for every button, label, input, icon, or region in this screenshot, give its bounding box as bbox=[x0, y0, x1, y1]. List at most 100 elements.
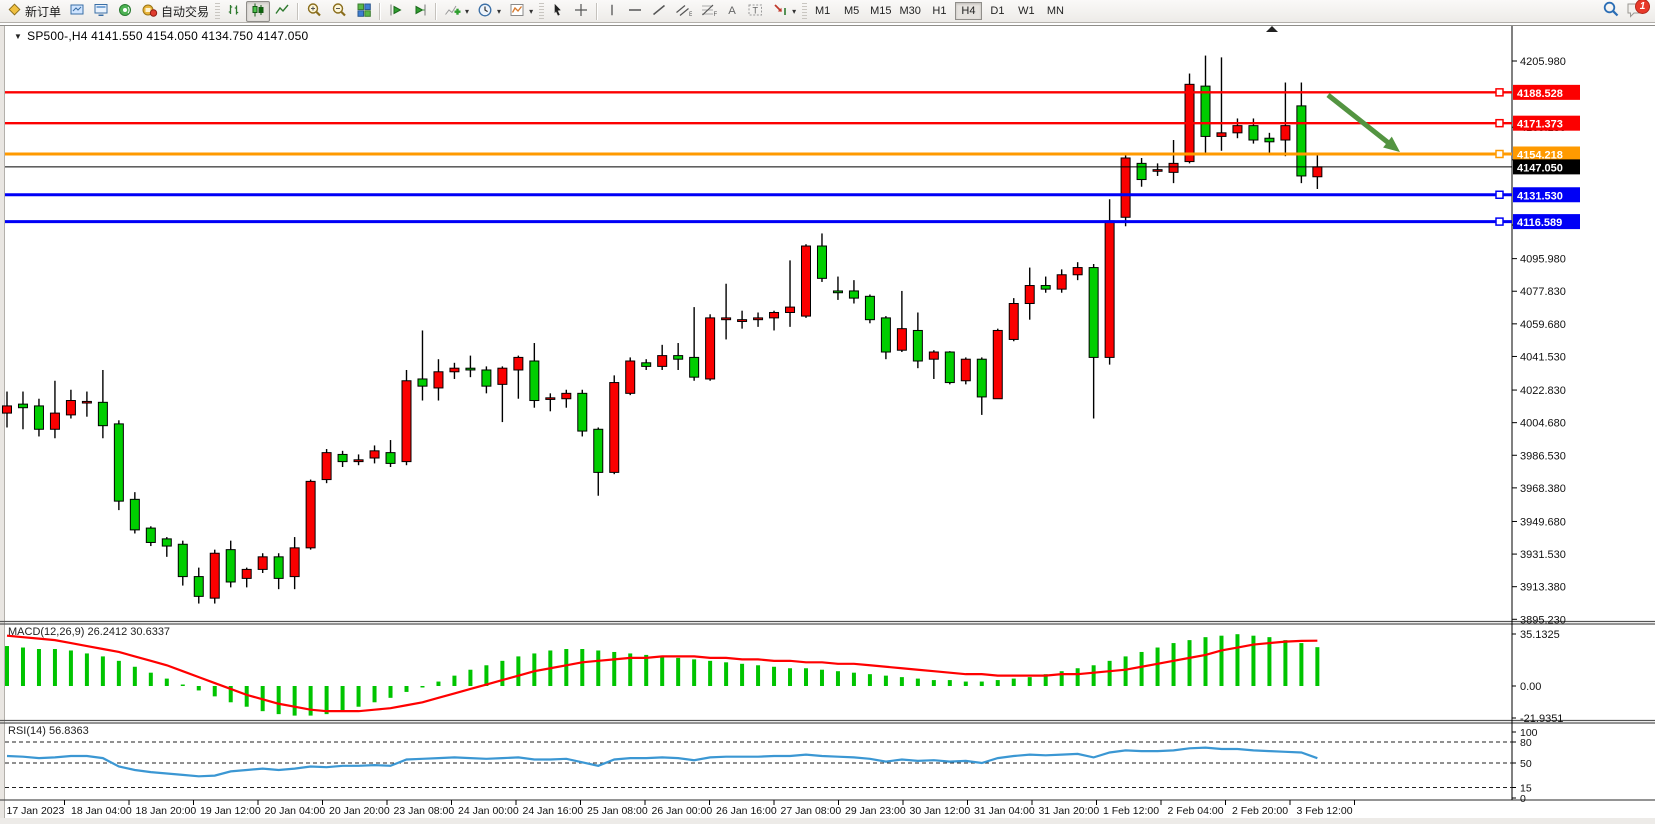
macd-bar bbox=[1315, 647, 1319, 686]
svg-text:E: E bbox=[689, 12, 692, 18]
chart-canvas[interactable]: 4205.9804095.9804077.8304059.6804041.530… bbox=[0, 0, 1655, 824]
signals-button[interactable] bbox=[113, 1, 137, 22]
new-order-icon bbox=[7, 2, 22, 20]
arrows-button[interactable]: ▾ bbox=[768, 1, 800, 22]
macd-bar bbox=[836, 671, 840, 686]
candle bbox=[530, 361, 539, 401]
candle bbox=[1233, 126, 1242, 133]
macd-bar bbox=[1283, 640, 1287, 686]
macd-bar bbox=[1124, 656, 1128, 686]
svg-text:35.1325: 35.1325 bbox=[1520, 629, 1560, 641]
price-tick-label: 3968.380 bbox=[1520, 483, 1566, 495]
candle bbox=[66, 401, 75, 415]
templates-button[interactable]: ▾ bbox=[505, 1, 537, 22]
svg-text:4116.589: 4116.589 bbox=[1517, 217, 1562, 229]
charts-button[interactable] bbox=[65, 1, 89, 22]
indicators-dropdown-icon[interactable]: ▾ bbox=[465, 7, 469, 16]
macd-bar bbox=[932, 680, 936, 686]
candle bbox=[258, 557, 267, 570]
fibonacci-button[interactable]: F bbox=[696, 1, 721, 22]
timeframe-m1-button[interactable]: M1 bbox=[809, 2, 836, 20]
auto-trading-button[interactable]: 自动交易 bbox=[137, 1, 213, 22]
line-chart-button[interactable] bbox=[270, 1, 294, 22]
macd-bar bbox=[1156, 648, 1160, 686]
zoom-out-button[interactable] bbox=[327, 1, 352, 22]
price-tick-label: 4205.980 bbox=[1520, 56, 1566, 68]
periods-dropdown-icon[interactable]: ▾ bbox=[497, 7, 501, 16]
cursor-button[interactable] bbox=[546, 1, 569, 22]
candle bbox=[881, 318, 890, 352]
macd-bar bbox=[804, 668, 808, 686]
trendline-button[interactable] bbox=[647, 1, 671, 22]
timeframe-m5-button[interactable]: M5 bbox=[838, 2, 865, 20]
horizontal-line-button[interactable] bbox=[623, 1, 647, 22]
macd-bar bbox=[5, 646, 9, 686]
notification-badge[interactable]: 1 bbox=[1635, 0, 1650, 14]
arrows-dropdown-icon[interactable]: ▾ bbox=[792, 7, 796, 16]
candle bbox=[322, 453, 331, 480]
timeframe-m15-button[interactable]: M15 bbox=[867, 2, 894, 20]
candle bbox=[98, 402, 107, 425]
candle bbox=[562, 393, 571, 398]
macd-bar bbox=[980, 682, 984, 686]
chat-icon[interactable]: 1 bbox=[1626, 1, 1648, 21]
candle bbox=[18, 404, 27, 408]
timeframe-d1-button[interactable]: D1 bbox=[984, 2, 1011, 20]
toolbar-grip[interactable] bbox=[539, 3, 544, 20]
auto-trading-icon bbox=[141, 2, 158, 21]
auto-scroll-button[interactable] bbox=[384, 1, 408, 22]
chart-title-text: SP500-,H4 4141.550 4154.050 4134.750 414… bbox=[27, 29, 308, 43]
macd-bar bbox=[660, 656, 664, 686]
crosshair-button[interactable] bbox=[569, 1, 593, 22]
candle bbox=[466, 368, 475, 370]
text-label-button[interactable]: T bbox=[743, 1, 768, 22]
tile-windows-button[interactable] bbox=[352, 1, 376, 22]
macd-bar bbox=[484, 665, 488, 686]
macd-bar bbox=[452, 676, 456, 686]
templates-dropdown-icon[interactable]: ▾ bbox=[529, 7, 533, 16]
macd-bar bbox=[149, 673, 153, 686]
timeframe-m30-button[interactable]: M30 bbox=[897, 2, 924, 20]
candle bbox=[386, 453, 395, 464]
candlestick-chart-button[interactable] bbox=[246, 1, 270, 22]
equidistant-channel-button[interactable]: E bbox=[671, 1, 696, 22]
chart-menu-icon[interactable]: ▼ bbox=[14, 32, 22, 41]
candle bbox=[82, 401, 91, 403]
candle bbox=[578, 393, 587, 431]
macd-bar bbox=[1028, 677, 1032, 686]
bar-chart-button[interactable] bbox=[222, 1, 246, 22]
templates-icon bbox=[509, 2, 525, 21]
candle bbox=[226, 550, 235, 582]
text-button[interactable]: A bbox=[721, 1, 743, 22]
toolbar-grip[interactable] bbox=[215, 3, 220, 20]
chart-shift-button[interactable] bbox=[408, 1, 432, 22]
candle bbox=[1281, 126, 1290, 140]
macd-bar bbox=[117, 661, 121, 686]
macd-bar bbox=[1235, 634, 1239, 686]
price-tick-label: 3895.230 bbox=[1520, 614, 1566, 626]
macd-bar bbox=[708, 661, 712, 686]
toolbar-grip[interactable] bbox=[802, 3, 807, 20]
cursor-icon bbox=[550, 2, 565, 21]
zoom-in-button[interactable] bbox=[302, 1, 327, 22]
tile-windows-icon bbox=[356, 2, 372, 21]
timeframe-mn-button[interactable]: MN bbox=[1042, 2, 1069, 20]
candle bbox=[977, 359, 986, 397]
timeframe-h4-button[interactable]: H4 bbox=[955, 2, 982, 20]
candle bbox=[482, 370, 491, 386]
indicators-button[interactable]: ▾ bbox=[440, 1, 473, 22]
periods-button[interactable]: ▾ bbox=[473, 1, 505, 22]
toolbar-right-group: 1 bbox=[1602, 0, 1652, 23]
candle bbox=[130, 499, 139, 530]
timeframe-w1-button[interactable]: W1 bbox=[1013, 2, 1040, 20]
new-order-button[interactable]: 新订单 bbox=[3, 1, 65, 22]
search-icon[interactable] bbox=[1602, 0, 1620, 23]
macd-bar bbox=[516, 656, 520, 686]
candle bbox=[865, 296, 874, 319]
macd-bar bbox=[788, 668, 792, 686]
candle bbox=[162, 539, 171, 546]
timeframe-h1-button[interactable]: H1 bbox=[926, 2, 953, 20]
vertical-line-button[interactable] bbox=[601, 1, 623, 22]
terminal-button[interactable] bbox=[89, 1, 113, 22]
macd-bar bbox=[740, 664, 744, 686]
